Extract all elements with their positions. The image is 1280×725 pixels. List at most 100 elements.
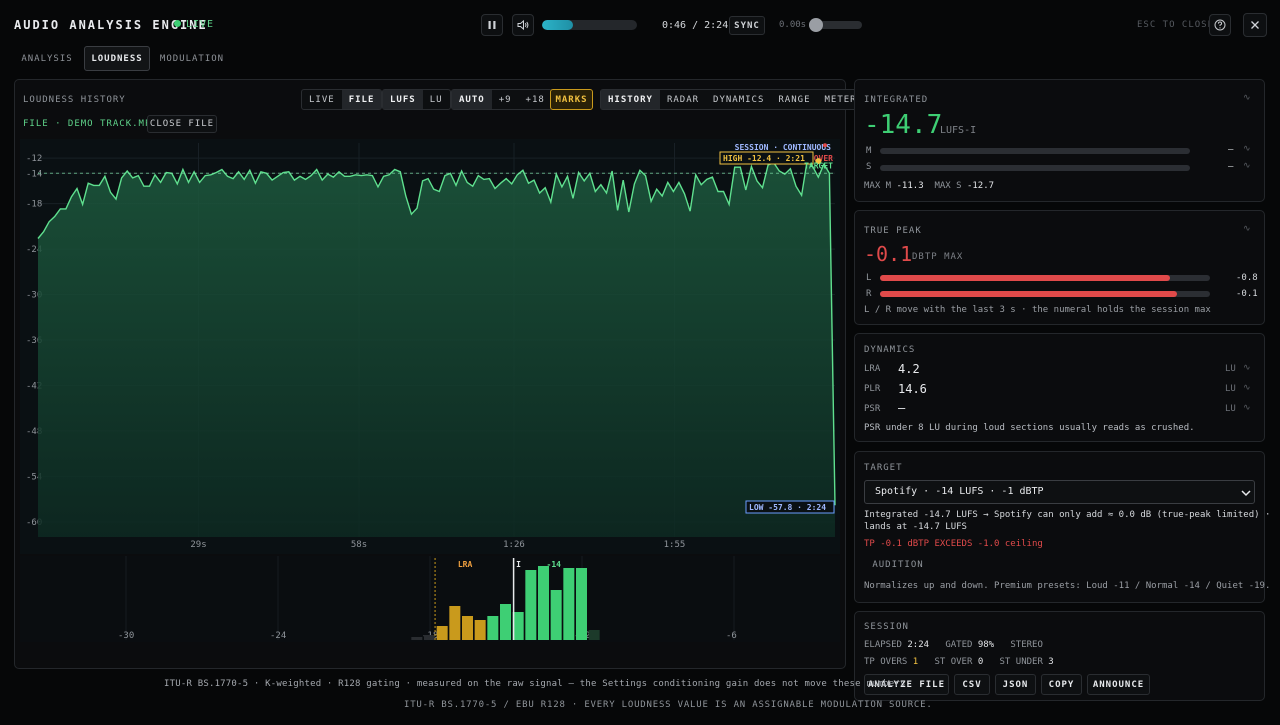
offset-readout: 0.00s xyxy=(779,20,807,30)
gated-label: GATED xyxy=(945,640,973,650)
footer-standard: ITU-R BS.1770-5 / EBU R128 · EVERY LOUDN… xyxy=(404,700,933,710)
chevron-down-icon xyxy=(1241,490,1251,497)
histogram-bar xyxy=(436,626,448,640)
histogram-bar xyxy=(500,604,511,640)
y-tick-label: -18 xyxy=(26,200,42,210)
max-m-label: MAX M xyxy=(864,181,892,191)
close-icon xyxy=(1251,21,1259,29)
histogram-bar xyxy=(424,635,435,640)
loudness-history-chart: -12-14-18-24-30-36-42-48-54-6029s 58s 1:26… xyxy=(20,139,840,554)
target-select-value: Spotify · -14 LUFS · -1 dBTP xyxy=(875,486,1044,497)
x-tick-label: 29s xyxy=(190,540,206,550)
histogram-bar xyxy=(538,566,549,640)
plus18-scale-button[interactable]: +18 xyxy=(519,90,552,109)
integrated-value: -14.7 xyxy=(864,110,943,140)
integrated-marker-label: I xyxy=(516,560,521,569)
close-button[interactable] xyxy=(1243,13,1267,37)
target-note: Normalizes up and down. Premium presets:… xyxy=(864,581,1271,591)
momentary-value: — xyxy=(1228,145,1234,155)
integrated-trend-icon[interactable]: ∿ xyxy=(1243,93,1251,103)
st-under-value: 3 xyxy=(1048,657,1054,667)
tab-loudness[interactable]: LOUDNESS xyxy=(84,46,150,71)
view-history-button[interactable]: HISTORY xyxy=(601,90,660,109)
copy-button[interactable]: COPY xyxy=(1041,674,1082,695)
esc-hint: ESC TO CLOSE xyxy=(1137,20,1215,30)
tp-overs-value: 1 xyxy=(912,657,919,667)
marks-button[interactable]: MARKS xyxy=(550,89,593,110)
x-tick-label: 58s xyxy=(351,540,367,550)
audition-button[interactable]: AUDITION xyxy=(864,556,932,574)
max-readouts: MAX M -11.3 MAX S -12.7 xyxy=(864,181,994,191)
peak-l-fill xyxy=(880,275,1171,281)
session-annotation: SESSION · CONTINUOUS xyxy=(735,143,832,152)
shortterm-value: — xyxy=(1228,162,1234,172)
max-s-value: -12.7 xyxy=(966,181,995,191)
peak-l-label: L xyxy=(866,273,872,283)
playback-time: 0:46 / 2:24 xyxy=(662,20,729,31)
shortterm-label: S xyxy=(866,162,872,172)
x-tick-label: 1:55 xyxy=(664,540,686,550)
histogram-tick-label: -30 xyxy=(118,631,134,641)
peak-r-label: R xyxy=(866,289,872,299)
tab-analysis[interactable]: ANALYSIS xyxy=(14,46,80,71)
sync-button[interactable]: SYNC xyxy=(729,16,765,35)
volume-button[interactable] xyxy=(512,14,534,36)
histogram-bar xyxy=(550,590,562,640)
slider-knob[interactable] xyxy=(809,18,823,32)
lu-button[interactable]: LU xyxy=(423,90,450,109)
gated-value: 98% xyxy=(977,640,995,650)
help-button[interactable] xyxy=(1209,14,1231,36)
file-button[interactable]: FILE xyxy=(341,90,382,109)
shortterm-trend-icon[interactable]: ∿ xyxy=(1243,161,1251,171)
tp-overs-label: TP OVERS xyxy=(864,657,908,667)
session-stats-row2: TP OVERS 1 ST OVER 0 ST UNDER 3 xyxy=(864,657,1054,667)
pause-button[interactable] xyxy=(481,14,503,36)
top-bar: AUDIO ANALYSIS ENGINE LIVE 0:46 / 2:24 S… xyxy=(0,0,1280,48)
target-annotation: TARGET xyxy=(804,161,833,170)
dynamics-note: PSR under 8 LU during loud sections usua… xyxy=(864,423,1195,433)
lra-trend-icon[interactable]: ∿ xyxy=(1243,363,1251,373)
plus9-scale-button[interactable]: +9 xyxy=(492,90,519,109)
view-range-button[interactable]: RANGE xyxy=(771,90,817,109)
y-tick-label: -12 xyxy=(26,154,42,164)
csv-button[interactable]: CSV xyxy=(954,674,990,695)
file-label: FILE · DEMO TRACK.MP3 xyxy=(23,119,158,129)
lufs-button[interactable]: LUFS xyxy=(383,90,423,109)
psr-trend-icon[interactable]: ∿ xyxy=(1243,403,1251,413)
target-preset-select[interactable]: Spotify · -14 LUFS · -1 dBTP xyxy=(864,480,1255,504)
footer-note: ITU-R BS.1770-5 · K-weighted · R128 gati… xyxy=(164,679,912,689)
lra-histogram: -30-24-18-12-6LRAI-14 xyxy=(20,556,840,642)
dynamics-title: DYNAMICS xyxy=(864,345,916,355)
psr-unit: LU xyxy=(1225,404,1236,414)
session-stats-row1: ELAPSED 2:24 GATED 98% STEREO xyxy=(864,640,1043,650)
offset-slider[interactable] xyxy=(809,18,862,32)
psr-label: PSR xyxy=(864,404,881,414)
lra-value: 4.2 xyxy=(898,362,920,376)
elapsed-label: ELAPSED xyxy=(864,640,902,650)
close-file-button[interactable]: CLOSE FILE xyxy=(147,115,217,133)
momentary-trend-icon[interactable]: ∿ xyxy=(1243,144,1251,154)
peak-r-track xyxy=(880,291,1210,297)
tab-modulation[interactable]: MODULATION xyxy=(156,46,228,71)
view-dynamics-button[interactable]: DYNAMICS xyxy=(706,90,771,109)
histogram-bar xyxy=(525,570,537,640)
view-radar-button[interactable]: RADAR xyxy=(660,90,706,109)
target-result-line2: lands at -14.7 LUFS xyxy=(864,522,967,532)
pause-icon xyxy=(488,21,496,29)
target-marker-label: -14 xyxy=(547,560,562,569)
announce-button[interactable]: ANNOUNCE xyxy=(1087,674,1150,695)
target-warning: TP -0.1 dBTP EXCEEDS -1.0 ceiling xyxy=(864,539,1043,549)
st-under-label: ST UNDER xyxy=(999,657,1043,667)
auto-scale-button[interactable]: AUTO xyxy=(452,90,492,109)
playback-progress[interactable] xyxy=(542,20,637,30)
json-button[interactable]: JSON xyxy=(995,674,1036,695)
live-button[interactable]: LIVE xyxy=(302,90,342,109)
view-toggle: HISTORY RADAR DYNAMICS RANGE METER xyxy=(600,89,865,110)
plr-trend-icon[interactable]: ∿ xyxy=(1243,383,1251,393)
histogram-bar xyxy=(474,620,486,640)
elapsed-value: 2:24 xyxy=(907,640,930,650)
true-peak-trend-icon[interactable]: ∿ xyxy=(1243,224,1251,234)
scale-toggle: AUTO +9 +18 xyxy=(451,89,553,110)
histogram-tick-label: -24 xyxy=(270,631,286,641)
lra-label: LRA xyxy=(458,560,473,569)
